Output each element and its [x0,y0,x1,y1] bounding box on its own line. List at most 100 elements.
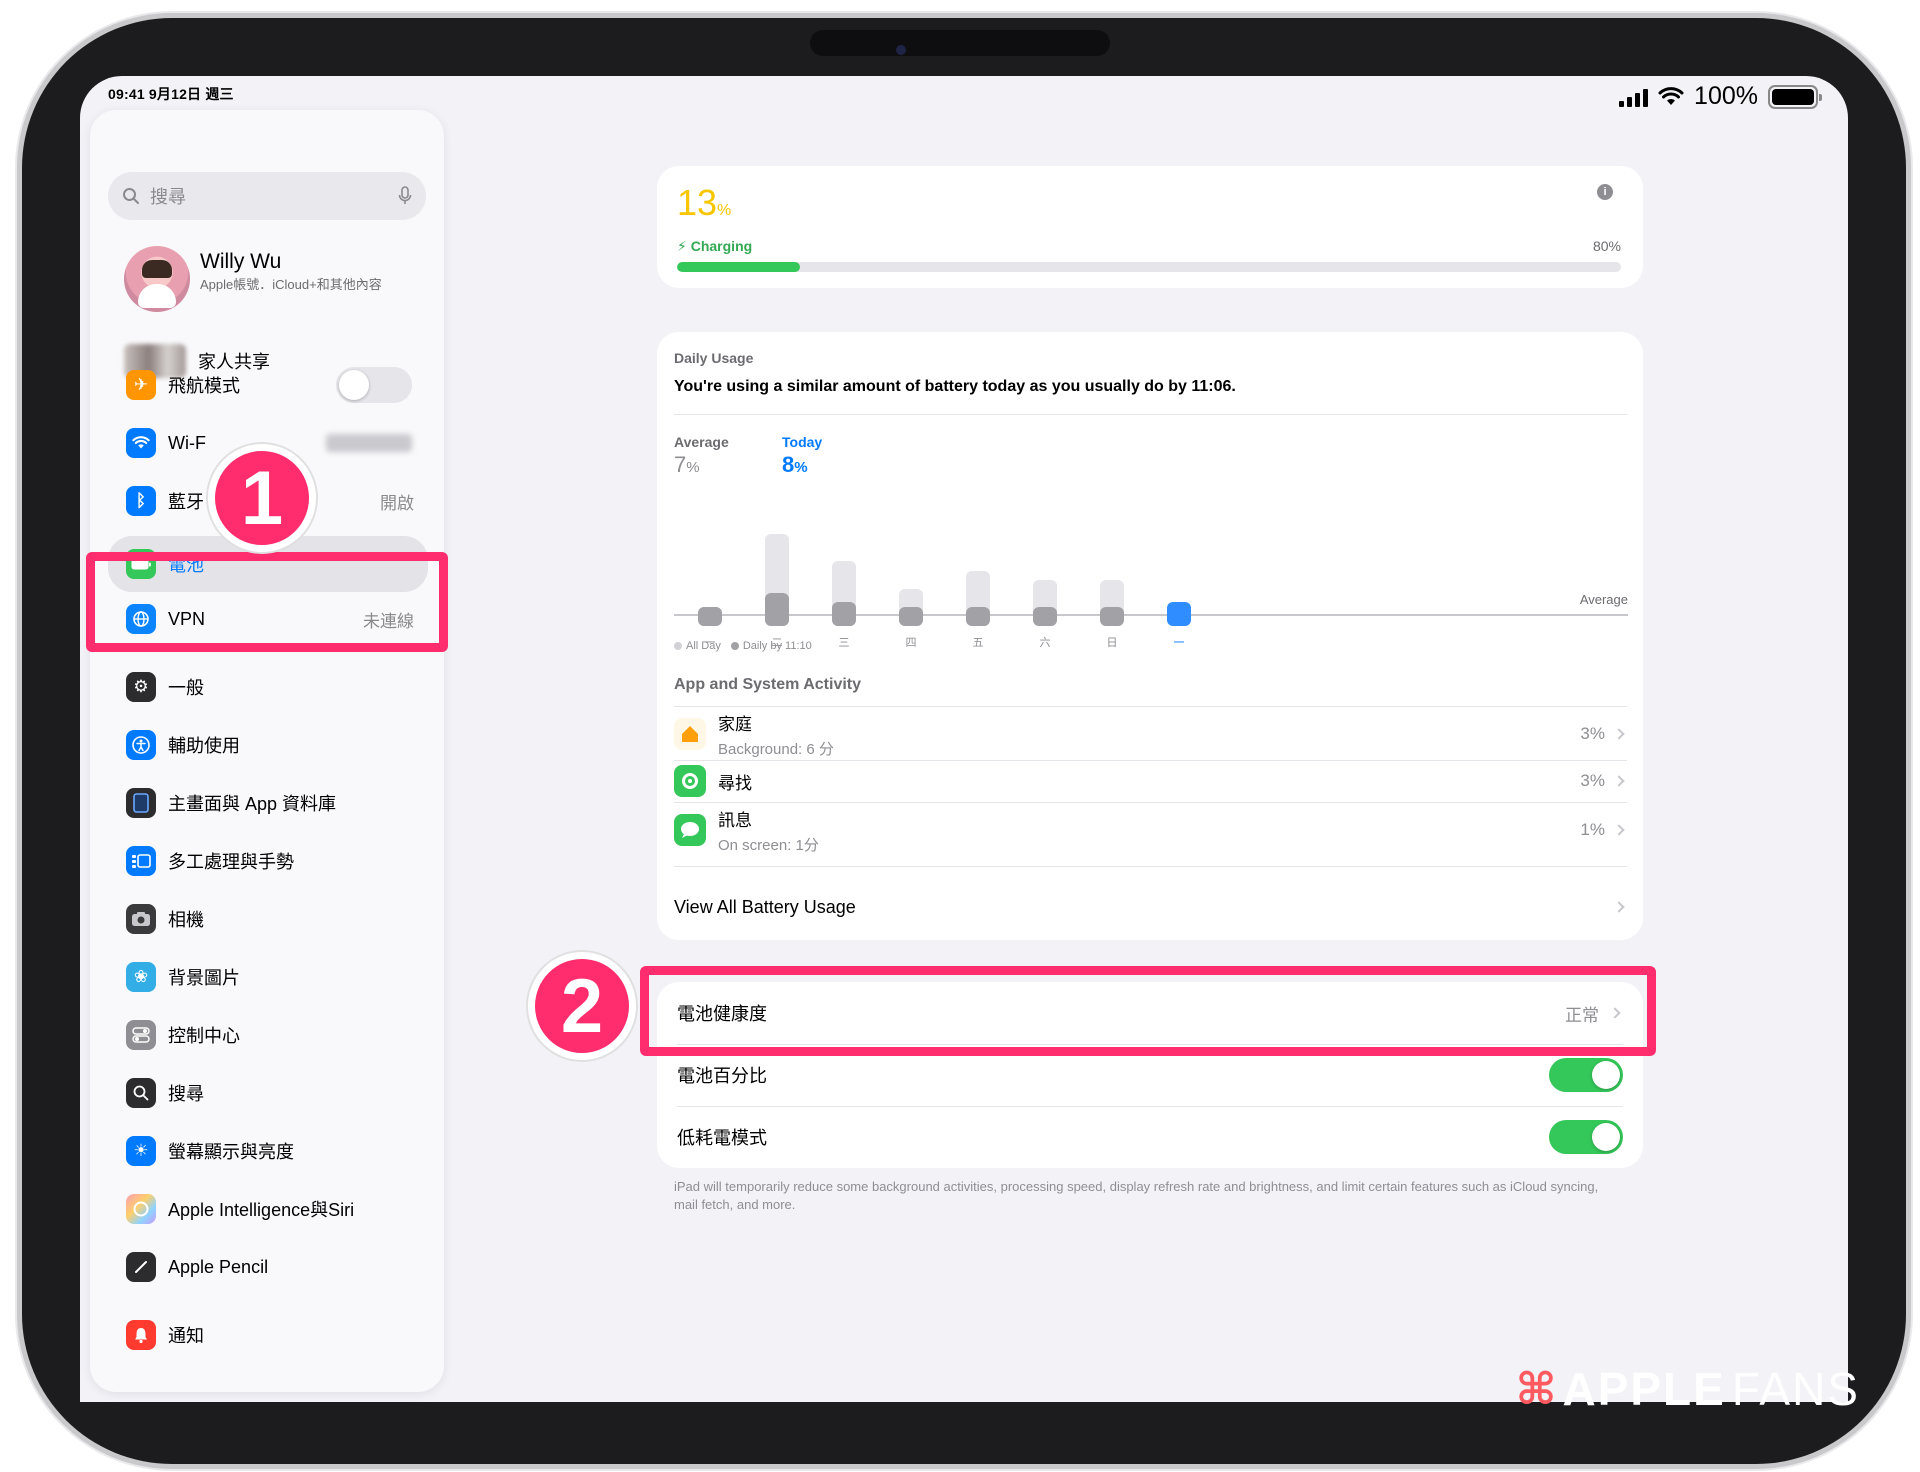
sidebar-item-label: 背景圖片 [168,968,240,988]
battery-status-icon [1768,84,1822,109]
battery-percentage-label: 電池百分比 [677,1066,767,1086]
app-usage-percent: 3% [1580,724,1605,743]
search-icon [126,1078,156,1108]
pencil-icon [126,1252,156,1282]
chart-bar-by-time [1033,606,1057,626]
bluetooth-icon: ᛒ [126,486,156,516]
info-icon[interactable]: i [1597,184,1613,200]
sidebar-item-notifications[interactable]: 通知 [118,1312,418,1358]
average-value: 7% [674,452,700,477]
average-line-label: Average [1579,592,1628,607]
bell-icon [126,1320,156,1350]
daily-usage-label: Daily Usage [674,350,754,366]
search-icon [123,188,139,204]
app-usage-row-messages[interactable]: 訊息 On screen: 1分 1% [674,804,1627,856]
sidebar-item-home-screen[interactable]: 主畫面與 App 資料庫 [118,780,418,826]
sidebar-item-display-brightness[interactable]: ☀ 螢幕顯示與亮度 [118,1128,418,1174]
camera-icon [126,904,156,934]
highlight-battery-health [640,966,1656,1056]
avatar [124,246,190,312]
low-power-mode-row: 低耗電模式 [677,1106,1623,1168]
average-label: Average [674,434,729,450]
sidebar-item-camera[interactable]: 相機 [118,896,418,942]
chart-bar-by-time [966,606,990,626]
status-time-date: 09:41 9月12日 週三 [108,86,234,102]
wifi-status-icon [1658,86,1684,105]
app-name: 尋找 [718,773,752,793]
sidebar-item-label: 飛航模式 [168,376,240,396]
chart-day-label: 三 [838,637,850,649]
sidebar-item-multitasking[interactable]: 多工處理與手勢 [118,838,418,884]
sidebar-item-search[interactable]: 搜尋 [118,1070,418,1116]
chart-bar-by-time [1100,606,1124,626]
profile-name: Willy Wu [200,250,282,273]
legend-daily-by: Daily by 11:10 [730,640,812,652]
legend-all-day: All Day [674,640,721,652]
chart-bar-by-time [698,606,722,626]
battery-percentage: 100% [1694,82,1758,110]
usage-insight-message: You're using a similar amount of battery… [674,378,1236,395]
app-usage-row-find-my[interactable]: 尋找 3% [674,762,1627,800]
usage-bar-chart[interactable]: Average 一二三四五六日一 [674,492,1628,652]
sidebar-item-label: 相機 [168,910,204,930]
chevron-right-icon [1613,775,1625,787]
sidebar-item-airplane-mode[interactable]: ✈ 飛航模式 [118,362,418,408]
home-app-icon [674,718,706,750]
sidebar-item-accessibility[interactable]: 輔助使用 [118,722,418,768]
today-value: 8% [782,452,808,477]
search-field[interactable]: 搜尋 [108,172,426,220]
control-center-icon [126,1020,156,1050]
chart-bar-by-time [832,602,856,626]
wallpaper-icon: ❀ [126,962,156,992]
view-all-battery-usage-row[interactable]: View All Battery Usage [674,892,1627,922]
chart-bar-by-time [899,606,923,626]
charge-limit: 80% [1592,238,1621,254]
sidebar-item-control-center[interactable]: 控制中心 [118,1012,418,1058]
sidebar-item-wallpaper[interactable]: ❀ 背景圖片 [118,954,418,1000]
watermark-light-text: FANS [1731,1363,1860,1415]
step-badge-1: 1 [208,444,316,552]
sidebar-item-apple-intelligence-siri[interactable]: Apple Intelligence與Siri [118,1186,418,1232]
brightness-icon: ☀ [126,1136,156,1166]
wifi-network-name-redacted [326,434,412,452]
siri-icon [126,1194,156,1224]
chevron-right-icon [1613,901,1625,913]
app-usage-row-home[interactable]: 家庭 Background: 6 分 3% [674,708,1627,760]
charging-status: ⚡ Charging [677,238,753,254]
app-usage-percent: 1% [1580,820,1605,839]
messages-icon [674,814,706,846]
chart-day-label: 一 [1173,637,1185,649]
highlight-battery-sidebar [86,552,448,652]
bluetooth-status: 開啟 [380,493,414,513]
airplane-icon: ✈ [126,370,156,400]
settings-sidebar: 搜尋 Willy Wu Apple帳號．iCloud+和其他內容 家人共享 ✈ … [90,110,444,1392]
app-name: 家庭 [718,714,752,734]
multitasking-icon [126,846,156,876]
sidebar-item-general[interactable]: ⚙ 一般 [118,664,418,710]
microphone-icon[interactable] [398,186,412,206]
sidebar-item-label: 螢幕顯示與亮度 [168,1142,294,1162]
chart-day-label: 五 [972,637,984,649]
apple-account-row[interactable]: Willy Wu Apple帳號．iCloud+和其他內容 [124,246,390,312]
find-my-icon [674,765,706,797]
chevron-right-icon [1613,728,1625,740]
step-badge-2: 2 [528,952,636,1060]
divider [674,706,1627,707]
ipad-screen: 09:41 9月12日 週三 100% 搜尋 Willy Wu Apple帳號．… [80,76,1848,1402]
sidebar-item-label: 主畫面與 App 資料庫 [168,794,337,814]
chart-legend: All Day Daily by 11:10 [674,640,812,652]
command-symbol-icon: ⌘ [1515,1364,1557,1414]
wifi-icon [126,428,156,458]
sidebar-item-apple-pencil[interactable]: Apple Pencil [118,1244,418,1290]
low-power-footnote: iPad will temporarily reduce some backgr… [674,1179,1599,1212]
battery-percentage-toggle[interactable] [1549,1058,1623,1092]
status-indicators: 100% [1619,82,1822,111]
airplane-mode-toggle[interactable] [336,367,412,403]
battery-level-value: 13% [677,182,732,223]
today-label: Today [782,434,823,450]
cellular-signal-icon [1619,87,1649,107]
sidebar-item-label: 搜尋 [168,1084,204,1104]
app-name: 訊息 [718,810,752,830]
low-power-mode-toggle[interactable] [1549,1120,1623,1154]
watermark-logo: ⌘ APPLE FANS [1516,1362,1860,1416]
